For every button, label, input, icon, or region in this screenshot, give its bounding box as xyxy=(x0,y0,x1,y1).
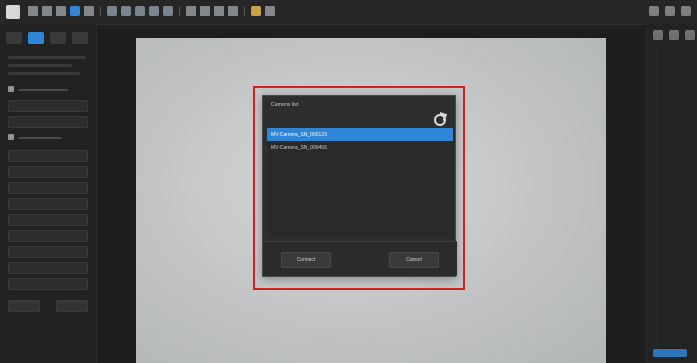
toolbar-tool-14-icon[interactable] xyxy=(228,6,238,16)
dialog-footer: Connect Cancel xyxy=(263,241,457,276)
left-panel-field[interactable] xyxy=(8,116,88,128)
cancel-button[interactable]: Cancel xyxy=(389,252,439,268)
left-panel-tabs xyxy=(6,32,88,44)
left-panel-field[interactable] xyxy=(8,230,88,242)
right-icon-1[interactable] xyxy=(653,30,663,40)
right-icon-2[interactable] xyxy=(669,30,679,40)
app-window: Camera list MV-Camera_SN_000123 MV-Camer… xyxy=(0,0,697,363)
toolbar-tool-13-icon[interactable] xyxy=(214,6,224,16)
toolbar-tool-1-icon[interactable] xyxy=(28,6,38,16)
toolbar-icons xyxy=(28,6,275,16)
camera-list-dialog: Camera list MV-Camera_SN_000123 MV-Camer… xyxy=(262,95,457,277)
left-panel-button[interactable] xyxy=(8,300,40,312)
left-tab-3[interactable] xyxy=(50,32,66,44)
left-tab-4[interactable] xyxy=(72,32,88,44)
left-panel-row xyxy=(8,72,80,75)
window-maximize-icon[interactable] xyxy=(665,6,675,16)
toolbar-tool-12-icon[interactable] xyxy=(200,6,210,16)
left-panel-field[interactable] xyxy=(8,262,88,274)
left-panel-button[interactable] xyxy=(56,300,88,312)
left-panel-field[interactable] xyxy=(8,166,88,178)
right-icon-3[interactable] xyxy=(685,30,695,40)
left-tab-2[interactable] xyxy=(28,32,44,44)
window-controls xyxy=(649,6,691,16)
app-icon xyxy=(6,5,20,19)
left-panel-label xyxy=(18,89,68,91)
camera-list-item-selected[interactable]: MV-Camera_SN_000123 xyxy=(267,128,453,141)
toolbar-tool-8-icon[interactable] xyxy=(135,6,145,16)
toolbar-warning-icon[interactable] xyxy=(251,6,261,16)
toolbar-tool-11-icon[interactable] xyxy=(186,6,196,16)
left-panel-checkbox[interactable] xyxy=(8,86,14,92)
toolbar-tool-15-icon[interactable] xyxy=(265,6,275,16)
left-panel xyxy=(0,24,97,363)
left-panel-field[interactable] xyxy=(8,214,88,226)
left-panel-field[interactable] xyxy=(8,198,88,210)
left-panel-label xyxy=(18,137,62,139)
toolbar-separator xyxy=(179,6,180,16)
right-panel-divider xyxy=(657,46,658,356)
window-minimize-icon[interactable] xyxy=(649,6,659,16)
toolbar-tool-2-icon[interactable] xyxy=(42,6,52,16)
toolbar-separator xyxy=(244,6,245,16)
toolbar-tool-5-icon[interactable] xyxy=(84,6,94,16)
toolbar-tool-10-icon[interactable] xyxy=(163,6,173,16)
right-panel xyxy=(646,24,697,363)
left-panel-row xyxy=(8,56,86,59)
window-close-icon[interactable] xyxy=(681,6,691,16)
right-panel-status xyxy=(653,349,687,357)
left-tab-1[interactable] xyxy=(6,32,22,44)
top-toolbar xyxy=(0,0,697,25)
toolbar-tool-7-icon[interactable] xyxy=(121,6,131,16)
toolbar-tool-3-icon[interactable] xyxy=(56,6,66,16)
dialog-title: Camera list xyxy=(271,102,299,108)
right-panel-icons xyxy=(653,30,695,40)
toolbar-active-tool-icon[interactable] xyxy=(70,6,80,16)
refresh-icon[interactable] xyxy=(434,114,446,126)
left-panel-row xyxy=(8,64,72,67)
connect-button[interactable]: Connect xyxy=(281,252,331,268)
left-panel-checkbox[interactable] xyxy=(8,134,14,140)
toolbar-tool-6-icon[interactable] xyxy=(107,6,117,16)
left-panel-field[interactable] xyxy=(8,278,88,290)
left-panel-field[interactable] xyxy=(8,100,88,112)
camera-list: MV-Camera_SN_000123 MV-Camera_SN_000456 xyxy=(267,128,453,238)
toolbar-tool-9-icon[interactable] xyxy=(149,6,159,16)
left-panel-field[interactable] xyxy=(8,182,88,194)
left-panel-field[interactable] xyxy=(8,246,88,258)
toolbar-separator xyxy=(100,6,101,16)
left-panel-field[interactable] xyxy=(8,150,88,162)
camera-list-item[interactable]: MV-Camera_SN_000456 xyxy=(267,141,453,154)
